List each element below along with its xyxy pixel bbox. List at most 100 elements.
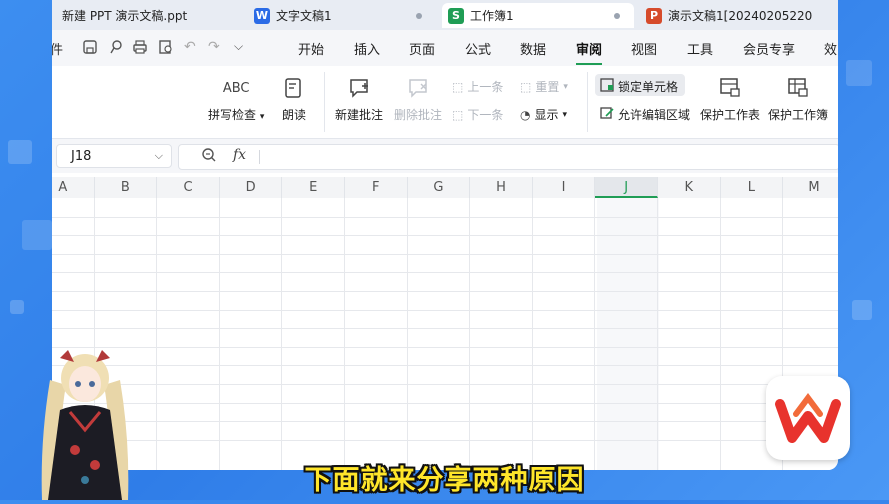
menu-item-tools[interactable]: 工具 — [687, 39, 713, 58]
cell-reference: J18 — [71, 148, 92, 164]
next-comment-button[interactable]: ⬚ 下一条 — [452, 106, 503, 123]
tab-word-doc[interactable]: W 文字文稿1 — [248, 3, 436, 28]
lock-cell-label: 锁定单元格 — [618, 80, 679, 94]
row-gridline — [52, 291, 838, 292]
menu-item-start[interactable]: 开始 — [298, 39, 324, 58]
protect-workbook-button[interactable]: 保护工作簿 — [768, 74, 828, 123]
decor-square — [10, 300, 24, 314]
column-header-j[interactable]: J — [595, 177, 658, 198]
tab-label: 演示文稿1[20240205220 — [668, 9, 813, 23]
formula-bar: J18 ⌵ fx — [52, 139, 838, 173]
spreadsheet-grid[interactable]: ABCDEFGHIJKLM — [52, 177, 838, 470]
tab-workbook[interactable]: S 工作簿1 — [442, 3, 634, 28]
menu-item-review[interactable]: 审阅 — [576, 39, 603, 65]
save-icon[interactable] — [82, 39, 98, 59]
decor-square — [22, 220, 52, 250]
format-painter-icon[interactable] — [108, 39, 124, 59]
spell-check-icon-text: ABC — [222, 80, 250, 96]
column-gridline — [406, 198, 408, 470]
column-gridline — [657, 198, 658, 470]
chevron-down-icon: ▾ — [562, 109, 568, 120]
menu-item-page[interactable]: 页面 — [409, 39, 435, 58]
row-gridline — [52, 421, 838, 423]
column-gridline — [719, 198, 721, 470]
column-header-a[interactable]: A — [52, 177, 95, 198]
menu-bar: 件 ↶ ↷ ⌵ 开始 插入 页面 公式 数据 审阅 视图 工具 会员专享 效 — [52, 30, 838, 66]
allow-edit-range-button[interactable]: 允许编辑区域 — [600, 106, 690, 123]
tab-presentation[interactable]: P 演示文稿1[20240205220 — [640, 3, 838, 28]
formula-input[interactable]: fx — [178, 144, 838, 170]
column-header-k[interactable]: K — [658, 177, 721, 198]
tab-close-dot-icon[interactable] — [416, 13, 422, 19]
undo-icon[interactable]: ↶ — [184, 39, 196, 55]
menu-item-data[interactable]: 数据 — [520, 39, 546, 58]
column-header-c[interactable]: C — [157, 177, 220, 198]
sheet-icon: S — [448, 7, 464, 24]
column-header-m[interactable]: M — [783, 177, 838, 198]
row-gridline — [52, 439, 838, 441]
app-window: 新建 PPT 演示文稿.ppt W 文字文稿1 S 工作簿1 P 演示文稿1[2… — [52, 0, 838, 470]
protect-sheet-button[interactable]: 保护工作表 — [700, 74, 760, 123]
print-icon[interactable] — [132, 39, 148, 59]
new-comment-button[interactable]: 新建批注 — [335, 74, 383, 123]
zoom-search-icon[interactable] — [201, 147, 217, 167]
fx-icon[interactable]: fx — [233, 147, 246, 163]
spell-check-button[interactable]: ABC 拼写检查 ▾ — [208, 74, 264, 123]
column-header-b[interactable]: B — [94, 177, 158, 198]
redo-icon[interactable]: ↷ — [208, 39, 220, 55]
column-header-i[interactable]: I — [532, 177, 596, 198]
column-gridline — [156, 198, 158, 470]
row-gridline — [52, 309, 838, 311]
decor-square — [852, 300, 872, 320]
show-comments-button[interactable]: ◔ 显示 ▾ — [520, 106, 567, 123]
menu-item-file-partial[interactable]: 件 — [52, 39, 63, 58]
column-header-d[interactable]: D — [219, 177, 283, 198]
document-tab-bar: 新建 PPT 演示文稿.ppt W 文字文稿1 S 工作簿1 P 演示文稿1[2… — [52, 0, 838, 30]
lock-cell-button[interactable]: 锁定单元格 — [600, 78, 678, 95]
ribbon-divider — [324, 72, 325, 132]
spell-check-icon: ABC — [223, 74, 250, 102]
reset-icon: ⬚ — [520, 79, 532, 94]
read-aloud-button[interactable]: 朗读 — [282, 74, 306, 123]
column-header-l[interactable]: L — [720, 177, 784, 198]
chevron-down-icon[interactable]: ⌵ — [234, 39, 243, 54]
row-gridline — [52, 235, 838, 237]
row-gridline — [52, 346, 838, 348]
allow-edit-range-icon — [600, 106, 614, 123]
column-header-h[interactable]: H — [470, 177, 533, 198]
protect-sheet-label: 保护工作表 — [700, 108, 761, 122]
ribbon-divider — [587, 72, 588, 132]
name-box[interactable]: J18 ⌵ — [56, 144, 172, 168]
tab-ppt-doc[interactable]: 新建 PPT 演示文稿.ppt — [52, 3, 242, 28]
column-header-e[interactable]: E — [282, 177, 345, 198]
protect-sheet-icon — [719, 74, 741, 102]
print-preview-icon[interactable] — [158, 39, 174, 59]
formula-divider — [259, 150, 260, 164]
previous-comment-button[interactable]: ⬚ 上一条 — [452, 78, 503, 95]
row-gridline — [52, 365, 838, 367]
video-subtitle: 下面就来分享两种原因 — [304, 465, 585, 496]
read-aloud-label: 朗读 — [282, 108, 307, 122]
column-header-f[interactable]: F — [345, 177, 408, 198]
allow-edit-range-label: 允许编辑区域 — [618, 108, 691, 122]
chevron-down-icon: ▾ — [563, 81, 568, 92]
new-comment-label: 新建批注 — [335, 108, 384, 122]
review-ribbon: ABC 拼写检查 ▾ 朗读 新建批注 删除批注 ⬚ 上一条 ⬚ 下一条 ⬚ 重置… — [52, 66, 838, 139]
chevron-down-icon: ⌵ — [154, 149, 163, 162]
column-header-g[interactable]: G — [407, 177, 471, 198]
read-aloud-icon — [284, 74, 304, 102]
menu-item-view[interactable]: 视图 — [631, 39, 657, 58]
menu-item-formula[interactable]: 公式 — [465, 39, 491, 58]
menu-item-member[interactable]: 会员专享 — [743, 39, 795, 58]
protect-workbook-label: 保护工作簿 — [768, 108, 829, 122]
menu-item-effects-partial[interactable]: 效 — [824, 39, 837, 58]
delete-comment-button[interactable]: 删除批注 — [394, 74, 442, 123]
row-gridline — [52, 253, 838, 255]
tab-close-dot-icon[interactable] — [614, 13, 620, 19]
menu-item-insert[interactable]: 插入 — [354, 39, 380, 58]
wps-logo — [766, 376, 850, 460]
selected-column-highlight — [597, 198, 659, 470]
next-comment-label: 下一条 — [467, 108, 504, 122]
column-gridline — [218, 198, 220, 470]
reset-button[interactable]: ⬚ 重置 ▾ — [520, 78, 568, 95]
